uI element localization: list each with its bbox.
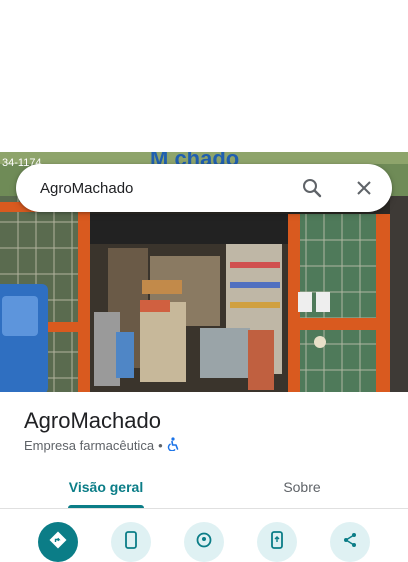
separator-dot: •	[158, 438, 163, 453]
phone-icon	[124, 530, 138, 554]
directions-button[interactable]	[38, 522, 78, 562]
wheelchair-accessible-icon	[167, 437, 179, 454]
action-buttons	[0, 520, 408, 562]
tab-overview[interactable]: Visão geral	[16, 466, 196, 508]
call-button[interactable]	[111, 522, 151, 562]
send-to-phone-icon	[270, 530, 284, 554]
share-button[interactable]	[330, 522, 370, 562]
share-icon	[341, 531, 359, 554]
close-icon[interactable]	[350, 174, 378, 202]
place-tabs: Visão geral Sobre	[0, 466, 408, 509]
directions-icon	[49, 531, 67, 554]
active-tab-indicator	[68, 505, 144, 508]
save-button[interactable]	[184, 522, 224, 562]
place-subtitle: Empresa farmacêutica •	[24, 437, 179, 454]
place-name: AgroMachado	[24, 408, 161, 433]
search-box[interactable]: AgroMachado	[16, 164, 392, 212]
save-location-icon	[195, 531, 213, 554]
search-icon[interactable]	[298, 174, 326, 202]
search-input[interactable]: AgroMachado	[40, 180, 298, 197]
place-category: Empresa farmacêutica	[24, 438, 155, 453]
send-to-phone-button[interactable]	[257, 522, 297, 562]
tab-about[interactable]: Sobre	[212, 466, 392, 508]
